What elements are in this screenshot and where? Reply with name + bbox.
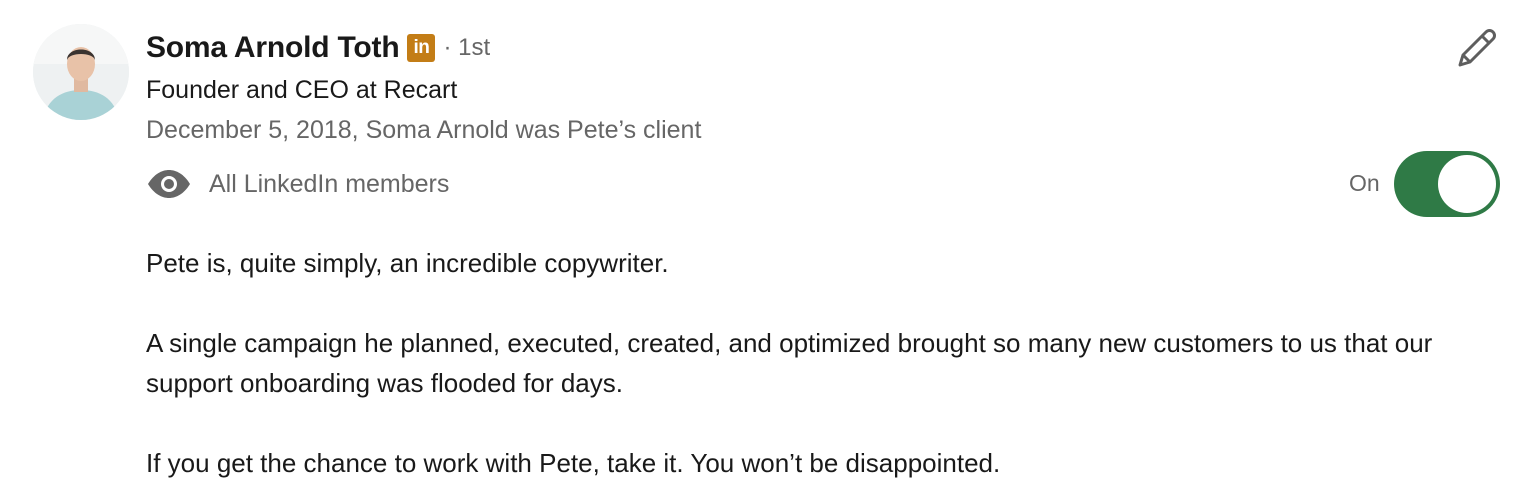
recommendation-text: Pete is, quite simply, an incredible cop… xyxy=(146,243,1496,502)
show-recommendation-toggle[interactable] xyxy=(1394,151,1500,217)
avatar-photo xyxy=(33,24,129,120)
name-row: Soma Arnold Toth in · 1st xyxy=(146,26,1526,70)
visibility-label: All LinkedIn members xyxy=(209,169,450,198)
recommender-name[interactable]: Soma Arnold Toth xyxy=(146,31,400,65)
recommendation-paragraph: Pete is, quite simply, an incredible cop… xyxy=(146,248,669,278)
pencil-icon xyxy=(1458,29,1496,67)
edit-button[interactable] xyxy=(1453,25,1501,71)
connection-degree: · 1st xyxy=(443,34,491,61)
linkedin-icon: in xyxy=(407,34,436,62)
recommendation-paragraph: If you get the chance to work with Pete,… xyxy=(146,448,1001,478)
recommender-headline: Founder and CEO at Recart xyxy=(146,76,458,104)
recommendation-paragraph: A single campaign he planned, executed, … xyxy=(146,328,1433,398)
toggle-knob xyxy=(1438,155,1496,213)
toggle-state-label: On xyxy=(1349,170,1380,196)
recommender-header: Soma Arnold Toth in · 1st xyxy=(146,26,1526,70)
eye-icon xyxy=(148,170,190,198)
recommendation-relationship: December 5, 2018, Soma Arnold was Pete’s… xyxy=(146,116,702,144)
avatar[interactable] xyxy=(33,24,129,120)
visibility-row: All LinkedIn members xyxy=(146,164,449,204)
